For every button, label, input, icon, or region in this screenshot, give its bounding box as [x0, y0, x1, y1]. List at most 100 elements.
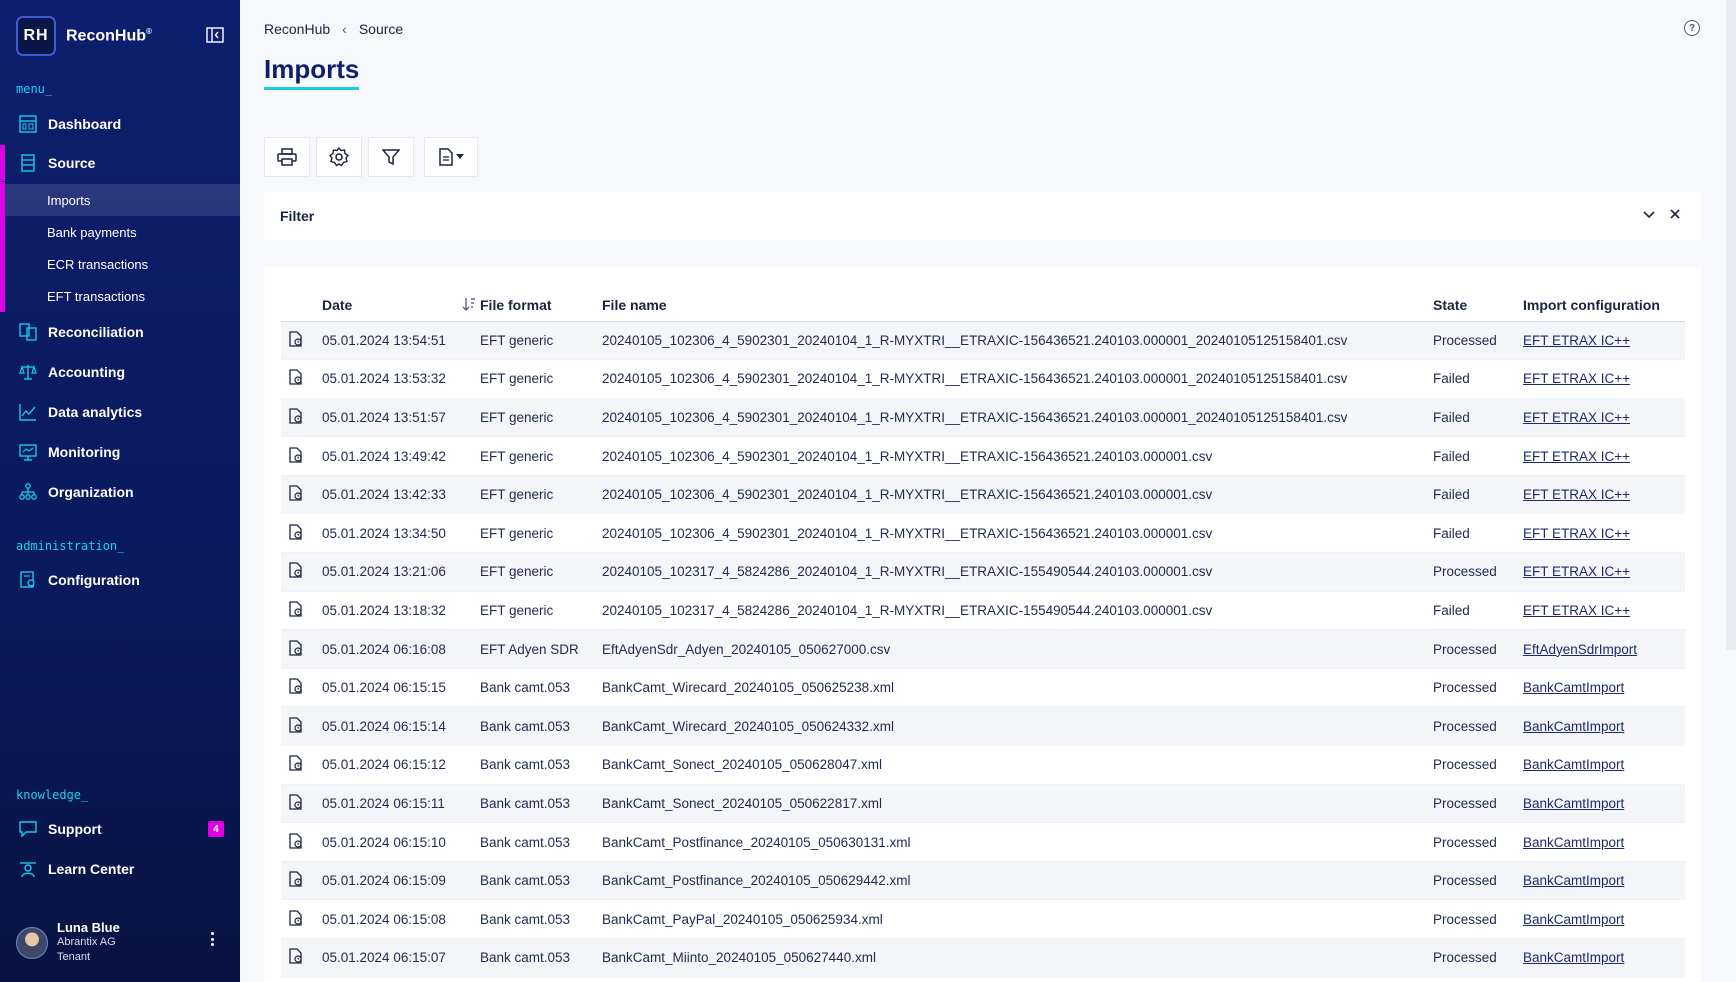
import-configuration-link[interactable]: BankCamtImport: [1523, 950, 1624, 965]
cell-state: Processed: [1433, 899, 1523, 939]
import-configuration-link[interactable]: EFT ETRAX IC++: [1523, 487, 1630, 502]
import-configuration-link[interactable]: EFT ETRAX IC++: [1523, 564, 1630, 579]
import-configuration-link[interactable]: EFT ETRAX IC++: [1523, 526, 1630, 541]
column-header-file-name[interactable]: File name: [602, 289, 1433, 322]
import-configuration-link[interactable]: BankCamtImport: [1523, 757, 1624, 772]
cell-file-name: 20240105_102306_4_5902301_20240104_1_R-M…: [602, 321, 1433, 361]
knowledge-section-label: knowledge_: [16, 788, 89, 802]
sub-item-imports[interactable]: Imports: [5, 184, 240, 216]
import-configuration-link[interactable]: EFT ETRAX IC++: [1523, 371, 1630, 386]
file-history-icon: [289, 446, 303, 466]
registered-mark: ®: [146, 26, 152, 36]
import-configuration-link[interactable]: BankCamtImport: [1523, 680, 1624, 695]
table-row[interactable]: 05.01.2024 13:34:50 EFT generic 20240105_1…: [281, 513, 1685, 554]
table-row[interactable]: 05.01.2024 06:15:08 Bank camt.053 BankCamt…: [281, 899, 1685, 939]
table-row[interactable]: 05.01.2024 06:15:14 Bank camt.053 BankCamt…: [281, 706, 1685, 747]
nav-support[interactable]: Support 4: [0, 811, 240, 847]
page-scrollbar[interactable]: [1726, 0, 1736, 650]
table-row[interactable]: 05.01.2024 13:53:32 EFT generic 20240105_1…: [281, 359, 1685, 399]
table-row[interactable]: 05.01.2024 06:15:07 Bank camt.053 BankCamt…: [281, 938, 1685, 978]
cell-file-format: Bank camt.053: [480, 822, 602, 862]
table-row[interactable]: 05.01.2024 13:54:51 EFT generic 20240105_1…: [281, 321, 1685, 361]
cell-date: 05.01.2024 06:16:08: [322, 629, 480, 669]
nav-dashboard[interactable]: Dashboard: [0, 106, 240, 142]
cell-date: 05.01.2024 06:15:09: [322, 861, 480, 901]
nav-configuration-label: Configuration: [48, 572, 140, 588]
support-count-badge: 4: [208, 821, 224, 837]
import-configuration-link[interactable]: EFT ETRAX IC++: [1523, 410, 1630, 425]
table-row[interactable]: 05.01.2024 06:15:09 Bank camt.053 BankCamt…: [281, 861, 1685, 901]
filter-panel[interactable]: Filter: [264, 192, 1701, 240]
import-configuration-link[interactable]: BankCamtImport: [1523, 719, 1624, 734]
column-header-import-configuration[interactable]: Import configuration: [1523, 289, 1685, 322]
table-row[interactable]: 05.01.2024 13:49:42 EFT generic 20240105_1…: [281, 436, 1685, 476]
nav-accounting[interactable]: Accounting: [0, 354, 240, 390]
table-row[interactable]: 05.01.2024 06:15:10 Bank camt.053 BankCamt…: [281, 822, 1685, 862]
avatar: [16, 926, 48, 959]
file-history-icon: [289, 562, 303, 581]
sub-item-bank-payments[interactable]: Bank payments: [5, 216, 240, 248]
import-configuration-link[interactable]: BankCamtImport: [1523, 835, 1624, 850]
table-row[interactable]: 05.01.2024 06:16:08 EFT Adyen SDR EftAdyen…: [281, 629, 1685, 669]
source-icon: [18, 153, 38, 173]
user-menu-kebab-icon[interactable]: [206, 930, 218, 948]
chevron-down-icon[interactable]: [1643, 208, 1655, 220]
sidebar: RH ReconHub® menu_ Dashboard Source Impo…: [0, 0, 240, 982]
nav-support-label: Support: [48, 821, 102, 837]
import-configuration-link[interactable]: BankCamtImport: [1523, 796, 1624, 811]
user-profile[interactable]: Luna Blue Abrantix AG Tenant: [16, 920, 120, 965]
nav-reconciliation[interactable]: Reconciliation: [0, 314, 240, 350]
file-history-icon: [289, 871, 303, 890]
import-configuration-link[interactable]: BankCamtImport: [1523, 912, 1624, 927]
filter-button[interactable]: [368, 137, 414, 177]
import-configuration-link[interactable]: BankCamtImport: [1523, 873, 1624, 888]
chart-line-icon: [18, 402, 38, 422]
nav-organization[interactable]: Organization: [0, 474, 240, 510]
cell-date: 05.01.2024 06:15:10: [322, 822, 480, 862]
print-button[interactable]: [264, 137, 310, 177]
administration-section-label: administration_: [16, 539, 125, 553]
export-dropdown-button[interactable]: [424, 137, 478, 177]
import-configuration-link[interactable]: EFT ETRAX IC++: [1523, 333, 1630, 348]
import-configuration-link[interactable]: EftAdyenSdrImport: [1523, 642, 1637, 657]
app-logo[interactable]: RH ReconHub®: [16, 16, 152, 56]
collapse-sidebar-icon[interactable]: [206, 27, 224, 43]
close-icon[interactable]: [1669, 208, 1681, 220]
column-header-file-format[interactable]: File format: [480, 289, 602, 322]
nav-learn-center[interactable]: Learn Center: [0, 851, 240, 887]
nav-data-analytics[interactable]: Data analytics: [0, 394, 240, 430]
import-configuration-link[interactable]: EFT ETRAX IC++: [1523, 449, 1630, 464]
cell-state: Processed: [1433, 745, 1523, 785]
breadcrumb-current[interactable]: Source: [359, 21, 403, 37]
table-row[interactable]: 05.01.2024 06:15:12 Bank camt.053 BankCamt…: [281, 745, 1685, 785]
column-header-date[interactable]: Date: [322, 289, 480, 322]
table-row[interactable]: 05.01.2024 13:42:33 EFT generic 20240105_1…: [281, 475, 1685, 515]
breadcrumb-root[interactable]: ReconHub: [264, 21, 330, 37]
help-icon[interactable]: ?: [1684, 20, 1700, 36]
nav-organization-label: Organization: [48, 484, 134, 500]
cell-state: Processed: [1433, 861, 1523, 901]
table-row[interactable]: 05.01.2024 13:18:32 EFT generic 20240105_1…: [281, 591, 1685, 631]
imports-table: Date File format File name State Import …: [281, 289, 1685, 978]
cell-file-format: EFT Adyen SDR: [480, 629, 602, 669]
settings-button[interactable]: [316, 137, 362, 177]
table-row[interactable]: 05.01.2024 13:21:06 EFT generic 20240105_1…: [281, 552, 1685, 592]
cell-state: Processed: [1433, 552, 1523, 592]
sub-item-eft-transactions[interactable]: EFT transactions: [5, 280, 240, 312]
cell-date: 05.01.2024 06:15:14: [322, 706, 480, 747]
table-row[interactable]: 05.01.2024 06:15:11 Bank camt.053 BankCamt…: [281, 784, 1685, 824]
column-header-state[interactable]: State: [1433, 289, 1523, 322]
table-row[interactable]: 05.01.2024 13:51:57 EFT generic 20240105_1…: [281, 398, 1685, 438]
cell-file-name: EftAdyenSdr_Adyen_20240105_050627000.csv: [602, 629, 1433, 669]
nav-source[interactable]: Source: [0, 145, 240, 181]
nav-monitoring[interactable]: Monitoring: [0, 434, 240, 470]
chevron-left-icon: ‹: [342, 21, 347, 37]
printer-icon: [277, 148, 297, 166]
sort-descending-icon[interactable]: [462, 297, 476, 311]
sub-item-ecr-transactions[interactable]: ECR transactions: [5, 248, 240, 280]
cell-file-format: Bank camt.053: [480, 745, 602, 785]
import-configuration-link[interactable]: EFT ETRAX IC++: [1523, 603, 1630, 618]
file-history-icon: [289, 485, 303, 504]
table-row[interactable]: 05.01.2024 06:15:15 Bank camt.053 BankCamt…: [281, 668, 1685, 708]
nav-configuration[interactable]: Configuration: [0, 562, 240, 598]
